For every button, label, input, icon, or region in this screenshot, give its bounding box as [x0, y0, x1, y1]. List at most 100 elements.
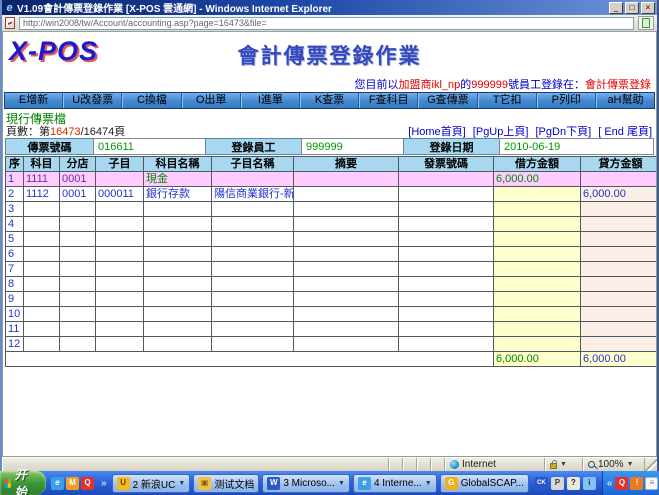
cell-invoice[interactable] [398, 291, 494, 307]
cell-invoice[interactable] [398, 201, 494, 217]
cell-branch[interactable] [59, 291, 96, 307]
cell-invoice[interactable] [398, 186, 494, 202]
cell-branch[interactable]: 0001 [59, 186, 96, 202]
cell-account[interactable] [23, 291, 60, 307]
cell-debit[interactable] [493, 231, 581, 247]
globalscape-icon[interactable]: G [444, 476, 458, 490]
task-button[interactable]: G GlobalSCAP... [439, 473, 529, 493]
word-icon[interactable]: W [267, 476, 281, 490]
cell-branch[interactable] [59, 321, 96, 337]
cell-branch[interactable] [59, 231, 96, 247]
cell-account-name[interactable] [143, 306, 212, 322]
task-button[interactable]: W3 Microso... ▼ [262, 473, 350, 493]
cell-sub[interactable] [95, 291, 144, 307]
person-icon[interactable]: i [582, 476, 596, 490]
toolbar-button[interactable]: P列印 [536, 93, 596, 108]
cell-account-name[interactable] [143, 216, 212, 232]
cell-account-name[interactable] [143, 246, 212, 262]
cell-branch[interactable] [59, 306, 96, 322]
cell-sub[interactable] [95, 261, 144, 277]
toolbar-button[interactable]: I進單 [240, 93, 300, 108]
cell-sub[interactable] [95, 306, 144, 322]
cell-sub-name[interactable] [211, 321, 294, 337]
cell-sub[interactable] [95, 321, 144, 337]
cell-seq[interactable]: 2 [5, 186, 24, 202]
chevron-down-icon[interactable]: ▼ [425, 480, 432, 487]
ck-icon[interactable]: CK [534, 476, 548, 490]
cell-credit[interactable]: 6,000.00 [580, 186, 656, 202]
table-row[interactable]: 7 [5, 261, 656, 277]
task-button[interactable]: e4 Interne... ▼ [352, 473, 437, 493]
close-button[interactable]: × [641, 1, 655, 14]
table-row[interactable]: 12 [5, 336, 656, 352]
cell-invoice[interactable] [398, 261, 494, 277]
cell-sub[interactable] [95, 336, 144, 352]
task-button[interactable]: U2 新浪UC ▼ [111, 473, 191, 493]
toolbar-button[interactable]: C換檔 [122, 93, 182, 108]
cell-credit[interactable] [580, 336, 656, 352]
cell-account[interactable] [23, 201, 60, 217]
cell-account[interactable] [23, 216, 60, 232]
cell-account[interactable] [23, 276, 60, 292]
flame-icon[interactable]: ! [630, 476, 644, 490]
table-row[interactable]: 10 [5, 306, 656, 322]
ie-icon[interactable]: e [357, 476, 371, 490]
ie-icon[interactable]: e [51, 476, 65, 490]
cell-sub[interactable] [95, 276, 144, 292]
toolbar-button[interactable]: E增新 [5, 93, 64, 108]
cell-seq[interactable]: 7 [5, 261, 24, 277]
cell-account[interactable] [23, 321, 60, 337]
table-row[interactable]: 9 [5, 291, 656, 307]
employee-value[interactable]: 999999 [301, 138, 403, 155]
chevron-down-icon[interactable]: ▼ [338, 480, 345, 487]
cell-account-name[interactable]: 現金 [143, 171, 212, 187]
help-icon[interactable]: ? [566, 476, 580, 490]
cell-sub-name[interactable] [211, 246, 294, 262]
table-row[interactable]: 5 [5, 231, 656, 247]
table-row[interactable]: 8 [5, 276, 656, 292]
cell-invoice[interactable] [398, 306, 494, 322]
toolbar-button[interactable]: K查票 [299, 93, 360, 108]
title-bar[interactable]: e V1.09會計傳票登錄作業 [X-POS 雲通網] - Windows In… [2, 0, 657, 15]
address-input[interactable] [19, 16, 634, 30]
cell-invoice[interactable] [398, 336, 494, 352]
cell-account[interactable]: 1112 [23, 186, 60, 202]
cell-memo[interactable] [293, 246, 399, 262]
cell-account-name[interactable] [143, 291, 212, 307]
cell-memo[interactable] [293, 216, 399, 232]
cell-debit[interactable] [493, 291, 581, 307]
cell-credit[interactable] [580, 291, 656, 307]
table-row[interactable]: 4 [5, 216, 656, 232]
cell-credit[interactable] [580, 306, 656, 322]
page-down-link[interactable]: [PgDn下頁] [536, 126, 592, 138]
cell-memo[interactable] [293, 336, 399, 352]
cell-seq[interactable]: 9 [5, 291, 24, 307]
resize-grip[interactable] [645, 458, 657, 471]
cell-sub[interactable] [95, 246, 144, 262]
cell-seq[interactable]: 3 [5, 201, 24, 217]
cell-account-name[interactable] [143, 261, 212, 277]
voucher-no-value[interactable]: 016611 [93, 138, 205, 155]
cell-sub-name[interactable] [211, 201, 294, 217]
cell-branch[interactable] [59, 216, 96, 232]
cell-seq[interactable]: 6 [5, 246, 24, 262]
cell-debit[interactable] [493, 336, 581, 352]
cell-credit[interactable] [580, 231, 656, 247]
cell-seq[interactable]: 12 [5, 336, 24, 352]
cell-sub-name[interactable] [211, 261, 294, 277]
cell-sub[interactable] [95, 201, 144, 217]
cell-sub-name[interactable] [211, 216, 294, 232]
cell-sub[interactable] [95, 216, 144, 232]
cell-account-name[interactable] [143, 336, 212, 352]
cell-memo[interactable] [293, 186, 399, 202]
cell-account[interactable] [23, 261, 60, 277]
cell-sub-name[interactable] [211, 171, 294, 187]
cell-account-name[interactable] [143, 276, 212, 292]
qq-icon[interactable]: Q [615, 476, 629, 490]
cell-invoice[interactable] [398, 276, 494, 292]
quick-launch-overflow[interactable]: » [99, 478, 109, 489]
cell-sub-name[interactable] [211, 291, 294, 307]
cell-credit[interactable] [580, 246, 656, 262]
cell-sub-name[interactable] [211, 231, 294, 247]
messenger-icon[interactable]: M [66, 476, 80, 490]
